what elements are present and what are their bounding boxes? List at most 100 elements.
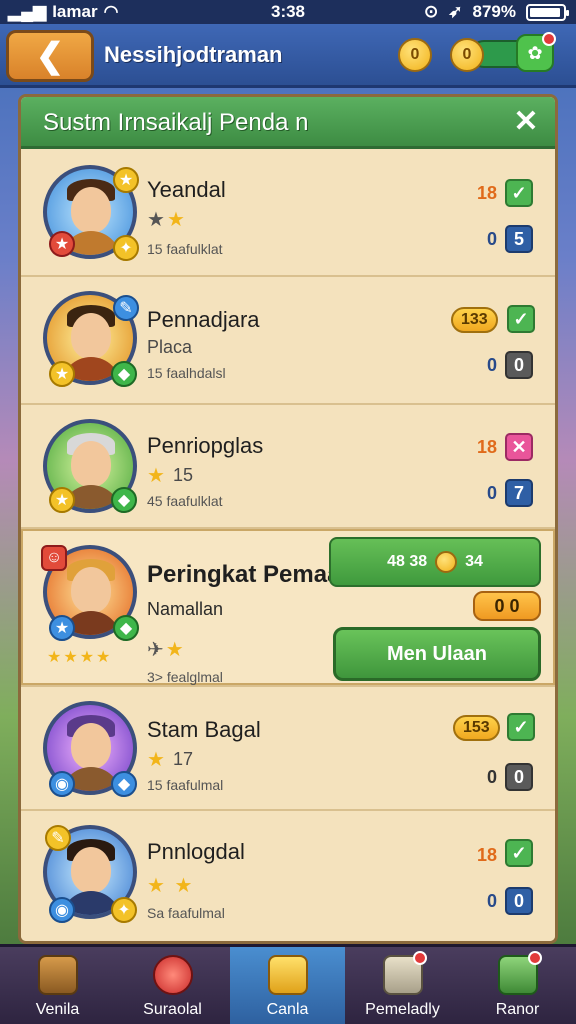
player-row[interactable]: ◉ ◆ Stam Bagal ★ 17 15 faafulmal 153 ✓ 0… — [21, 687, 555, 811]
player-stats: 3> fealglmal — [147, 669, 223, 685]
check-icon[interactable]: ✓ — [507, 305, 535, 333]
gift-icon: ✿ — [527, 42, 543, 63]
player-subtitle: Namallan — [147, 599, 224, 619]
player-name: Penriopglas — [147, 433, 264, 458]
hint-counter-button[interactable]: 0 — [450, 38, 484, 72]
panel-header: Sustm Irnsaikalj Penda n ✕ — [21, 97, 555, 149]
top-header: ❮ Nessihjodtraman 0 0 ✿ — [0, 24, 576, 88]
player-subtitle: 17 — [173, 749, 194, 769]
check-icon[interactable]: ✓ — [507, 713, 535, 741]
star-rating: ★ ★ — [147, 875, 195, 897]
player-score-secondary: 0 — [487, 483, 498, 503]
coin-icon — [435, 551, 458, 573]
nav-item-pemeladly[interactable]: Pemeladly — [345, 947, 460, 1024]
player-row[interactable]: ★ ◆ Penriopglas ★ 15 45 faafulklat 18 ✕ … — [21, 405, 555, 529]
battery-icon — [526, 3, 569, 21]
star-badge-icon: ★ — [49, 231, 75, 257]
card-icon — [497, 951, 542, 995]
star-rating: ✈★ — [147, 639, 186, 661]
player-stats: 45 faafulklat — [147, 493, 223, 509]
score-pill: 133 — [451, 307, 498, 333]
player-name: Pennadjara — [147, 307, 260, 332]
bottom-navigation: Venila Suraolal Canla Pemeladly Ranor — [0, 944, 576, 1024]
reward-text: 48 38 — [387, 553, 428, 570]
player-stats: 15 faafulklat — [147, 241, 223, 257]
star-badge-icon: ✦ — [111, 897, 137, 923]
badge-icon[interactable]: 0 — [505, 351, 533, 379]
player-stats: Sa faafulmal — [147, 905, 225, 921]
nav-item-suraolal[interactable]: Suraolal — [115, 947, 230, 1024]
navigation-icon: ➶ — [448, 2, 463, 21]
nav-item-venila[interactable]: Venila — [0, 947, 115, 1024]
star-badge-icon: ★ — [113, 167, 139, 193]
player-row-current[interactable]: ☺ ★ ◆ ★★★★ Peringkat Pemaan. Namallan ✈★… — [21, 529, 555, 687]
building-icon — [382, 951, 427, 995]
reward-value: 34 — [465, 553, 483, 570]
close-button[interactable]: ✕ — [509, 105, 543, 139]
blue-badge-icon: ◉ — [49, 897, 75, 923]
nav-label: Venila — [35, 1001, 80, 1018]
play-button[interactable]: Men Ulaan — [333, 627, 541, 681]
badge-icon[interactable]: 0 — [505, 887, 533, 915]
player-stats: 15 faafulmal — [147, 777, 224, 793]
castle-icon — [267, 955, 308, 995]
star-rating: ★ — [147, 749, 167, 771]
player-score: 18 — [477, 437, 498, 457]
player-score-secondary: 0 — [487, 229, 498, 249]
player-score-secondary: 0 — [487, 355, 498, 375]
nav-item-ranor[interactable]: Ranor — [460, 947, 575, 1024]
star-badge-icon: ✎ — [45, 825, 71, 851]
gift-button[interactable]: ✿ — [516, 32, 556, 72]
chat-badge-icon: ☺ — [41, 545, 67, 571]
nav-label: Suraolal — [143, 1001, 202, 1018]
player-name: Yeandal — [147, 177, 226, 202]
badge-icon[interactable]: 7 — [505, 479, 533, 507]
check-icon[interactable]: ✓ — [505, 839, 533, 867]
star-badge-icon: ✦ — [113, 235, 139, 261]
header-title: Nessihjodtraman — [104, 42, 283, 67]
nav-label: Pemeladly — [365, 1001, 440, 1018]
avatar-stars: ★★★★ — [47, 649, 113, 666]
player-row[interactable]: ★ ★ ✦ Yeandal ★★ 15 faafulklat 18 ✓ 0 5 — [21, 149, 555, 277]
leaderboard-panel: Sustm Irnsaikalj Penda n ✕ ★ ★ ✦ Yeandal… — [18, 94, 558, 944]
player-name: Stam Bagal — [147, 717, 261, 742]
player-row[interactable]: ✎ ★ ◆ Pennadjara Placa 15 faalhdalsl 133… — [21, 277, 555, 405]
nav-label: Ranor — [495, 1001, 540, 1018]
badge-icon[interactable]: 5 — [505, 225, 533, 253]
chest-icon — [37, 955, 78, 995]
reward-bar: 48 38 34 — [329, 537, 541, 587]
star-rating: ★ — [147, 465, 167, 487]
nav-label: Canla — [266, 1001, 309, 1018]
gem-badge-icon: ◆ — [111, 361, 137, 387]
arrow-left-icon: ❮ — [35, 37, 65, 75]
star-badge-icon: ★ — [49, 615, 75, 641]
badge-icon[interactable]: 0 — [505, 763, 533, 791]
gem-badge-icon: ◆ — [111, 771, 137, 797]
blue-badge-icon: ◉ — [49, 771, 75, 797]
notification-dot — [542, 32, 556, 46]
score-pill: 153 — [453, 715, 500, 741]
back-button[interactable]: ❮ — [6, 30, 94, 82]
coin-counter-button[interactable]: 0 — [398, 38, 432, 72]
notification-dot — [527, 951, 542, 965]
battery-percent: 879% — [472, 2, 516, 21]
blue-badge-icon: ✎ — [113, 295, 139, 321]
player-stats: 15 faalhdalsl — [147, 365, 226, 381]
star-badge-icon: ★ — [49, 487, 75, 513]
location-icon: ⊙ — [424, 2, 439, 21]
player-subtitle: Placa — [147, 337, 193, 357]
player-score-secondary: 0 — [487, 767, 498, 787]
player-score: 18 — [477, 183, 498, 203]
player-row[interactable]: ✎ ◉ ✦ Pnnlogdal ★ ★ Sa faafulmal 18 ✓ 0 … — [21, 811, 555, 941]
check-icon[interactable]: ✓ — [505, 179, 533, 207]
star-rating: ★★ — [147, 209, 187, 231]
player-score: 18 — [477, 845, 498, 865]
reward-counter[interactable]: 0 0 — [473, 591, 541, 621]
star-badge-icon: ★ — [49, 361, 75, 387]
notification-dot — [412, 951, 427, 965]
nav-item-canla[interactable]: Canla — [230, 947, 345, 1024]
player-name: Pnnlogdal — [147, 839, 245, 864]
gem-badge-icon: ◆ — [111, 487, 137, 513]
flag-icon[interactable]: ✕ — [505, 433, 533, 461]
player-subtitle: 15 — [173, 465, 194, 485]
